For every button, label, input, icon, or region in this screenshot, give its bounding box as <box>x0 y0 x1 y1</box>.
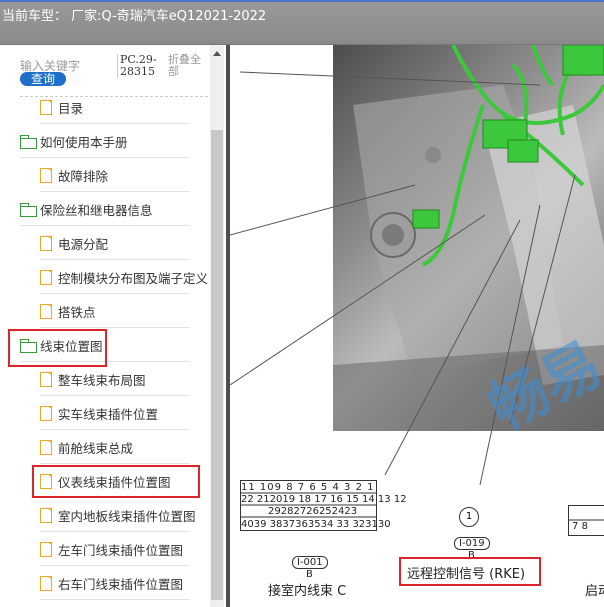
tree-item-label: 搭铁点 <box>58 304 96 320</box>
tree-item-how-to-use[interactable]: 如何使用本手册 <box>0 124 210 158</box>
tree-item-label: 室内地板线束插件位置图 <box>58 508 196 524</box>
navigation-panel: 输入关键字 查询 PC.29-28315 折叠全部 目录 如何使用本手册 故障排… <box>0 45 228 607</box>
tree-item-label: 左车门线束插件位置图 <box>58 542 184 558</box>
tree-item-fuse-relay[interactable]: 保险丝和继电器信息 <box>0 192 210 226</box>
connector-i019-pin: 1 <box>459 507 479 527</box>
tree-item-ground-points[interactable]: 搭铁点 <box>0 294 210 328</box>
tree-item-label: 电源分配 <box>58 236 109 252</box>
search-button[interactable]: 查询 <box>20 72 66 86</box>
tree-item-left-door-harness[interactable]: 左车门线束插件位置图 <box>0 532 210 566</box>
pins-row-3: 29282726252423 <box>268 506 358 517</box>
tree-item-label: 目录 <box>58 100 84 116</box>
page-icon <box>40 303 52 319</box>
tree-item-right-door-harness[interactable]: 右车门线束插件位置图 <box>0 566 210 600</box>
tree-item-label: 实车线束插件位置 <box>58 406 159 422</box>
scroll-up-icon[interactable] <box>213 51 221 56</box>
tree-item-label: 故障排除 <box>58 168 109 184</box>
connector-i001-caption: 接室内线束 C <box>268 584 347 599</box>
tree-item-floor-harness[interactable]: 室内地板线束插件位置图 <box>0 498 210 532</box>
page-icon <box>40 405 52 421</box>
pc-code-label: PC.29-28315 <box>117 54 161 78</box>
page-icon <box>40 99 52 115</box>
connector-i001-code: I-001 <box>292 556 328 569</box>
tree-item-real-vehicle-connectors[interactable]: 实车线束插件位置 <box>0 396 210 430</box>
highlight-rke <box>399 557 541 586</box>
highlight-instrument-harness <box>32 465 200 498</box>
tree-item-troubleshooting[interactable]: 故障排除 <box>0 158 210 192</box>
tree-item-front-compartment-harness[interactable]: 前舱线束总成 <box>0 430 210 464</box>
diagram-viewer: 畅易 11 109 8 7 6 5 4 3 2 1 22 212019 18 1… <box>230 45 604 607</box>
connector-right-pins: 7 8 <box>572 521 588 532</box>
connector-right-diagram <box>568 505 604 536</box>
connector-i019-code: I-019 <box>454 537 490 550</box>
pins-row-4: 4039 3837363534 33 323130 <box>241 519 391 530</box>
page-icon <box>40 541 52 557</box>
page-icon <box>40 507 52 523</box>
page-icon <box>40 439 52 455</box>
tree-item-label: 保险丝和继电器信息 <box>40 202 153 218</box>
title-bar: 当前车型： 厂家:Q-奇瑞汽车eQ12021-2022 <box>0 0 604 45</box>
tree-scrollbar[interactable] <box>210 45 224 607</box>
scroll-thumb[interactable] <box>211 130 223 600</box>
folder-icon <box>20 203 37 217</box>
tree-item-label: 右车门线束插件位置图 <box>58 576 184 592</box>
page-icon <box>40 167 52 183</box>
page-icon <box>40 235 52 251</box>
page-icon <box>40 269 52 285</box>
page-icon <box>40 575 52 591</box>
tree-item-power-distribution[interactable]: 电源分配 <box>0 226 210 260</box>
pins-row-1: 11 109 8 7 6 5 4 3 2 1 <box>241 482 375 493</box>
tree-item-label: 控制模块分布图及端子定义 <box>58 270 209 286</box>
connector-i001-sub: B <box>306 569 313 580</box>
tree-item-vehicle-harness-layout[interactable]: 整车线束布局图 <box>0 362 210 396</box>
tree-item-control-modules[interactable]: 控制模块分布图及端子定义 <box>0 260 210 294</box>
highlight-harness-locations <box>8 329 107 367</box>
connector-right-caption: 启动 <box>585 584 604 599</box>
tree-item-label: 前舱线束总成 <box>58 440 134 456</box>
collapse-all-button[interactable]: 折叠全部 <box>168 54 208 78</box>
tree-item-label: 整车线束布局图 <box>58 372 146 388</box>
folder-icon <box>20 135 37 149</box>
tree-item-catalog[interactable]: 目录 <box>0 90 210 124</box>
page-icon <box>40 371 52 387</box>
vehicle-model-title: 当前车型： 厂家:Q-奇瑞汽车eQ12021-2022 <box>2 9 267 24</box>
pins-row-2: 22 212019 18 17 16 15 14 13 12 <box>241 494 407 505</box>
tree-item-label: 如何使用本手册 <box>40 134 128 150</box>
title-bar-accent <box>0 0 604 2</box>
